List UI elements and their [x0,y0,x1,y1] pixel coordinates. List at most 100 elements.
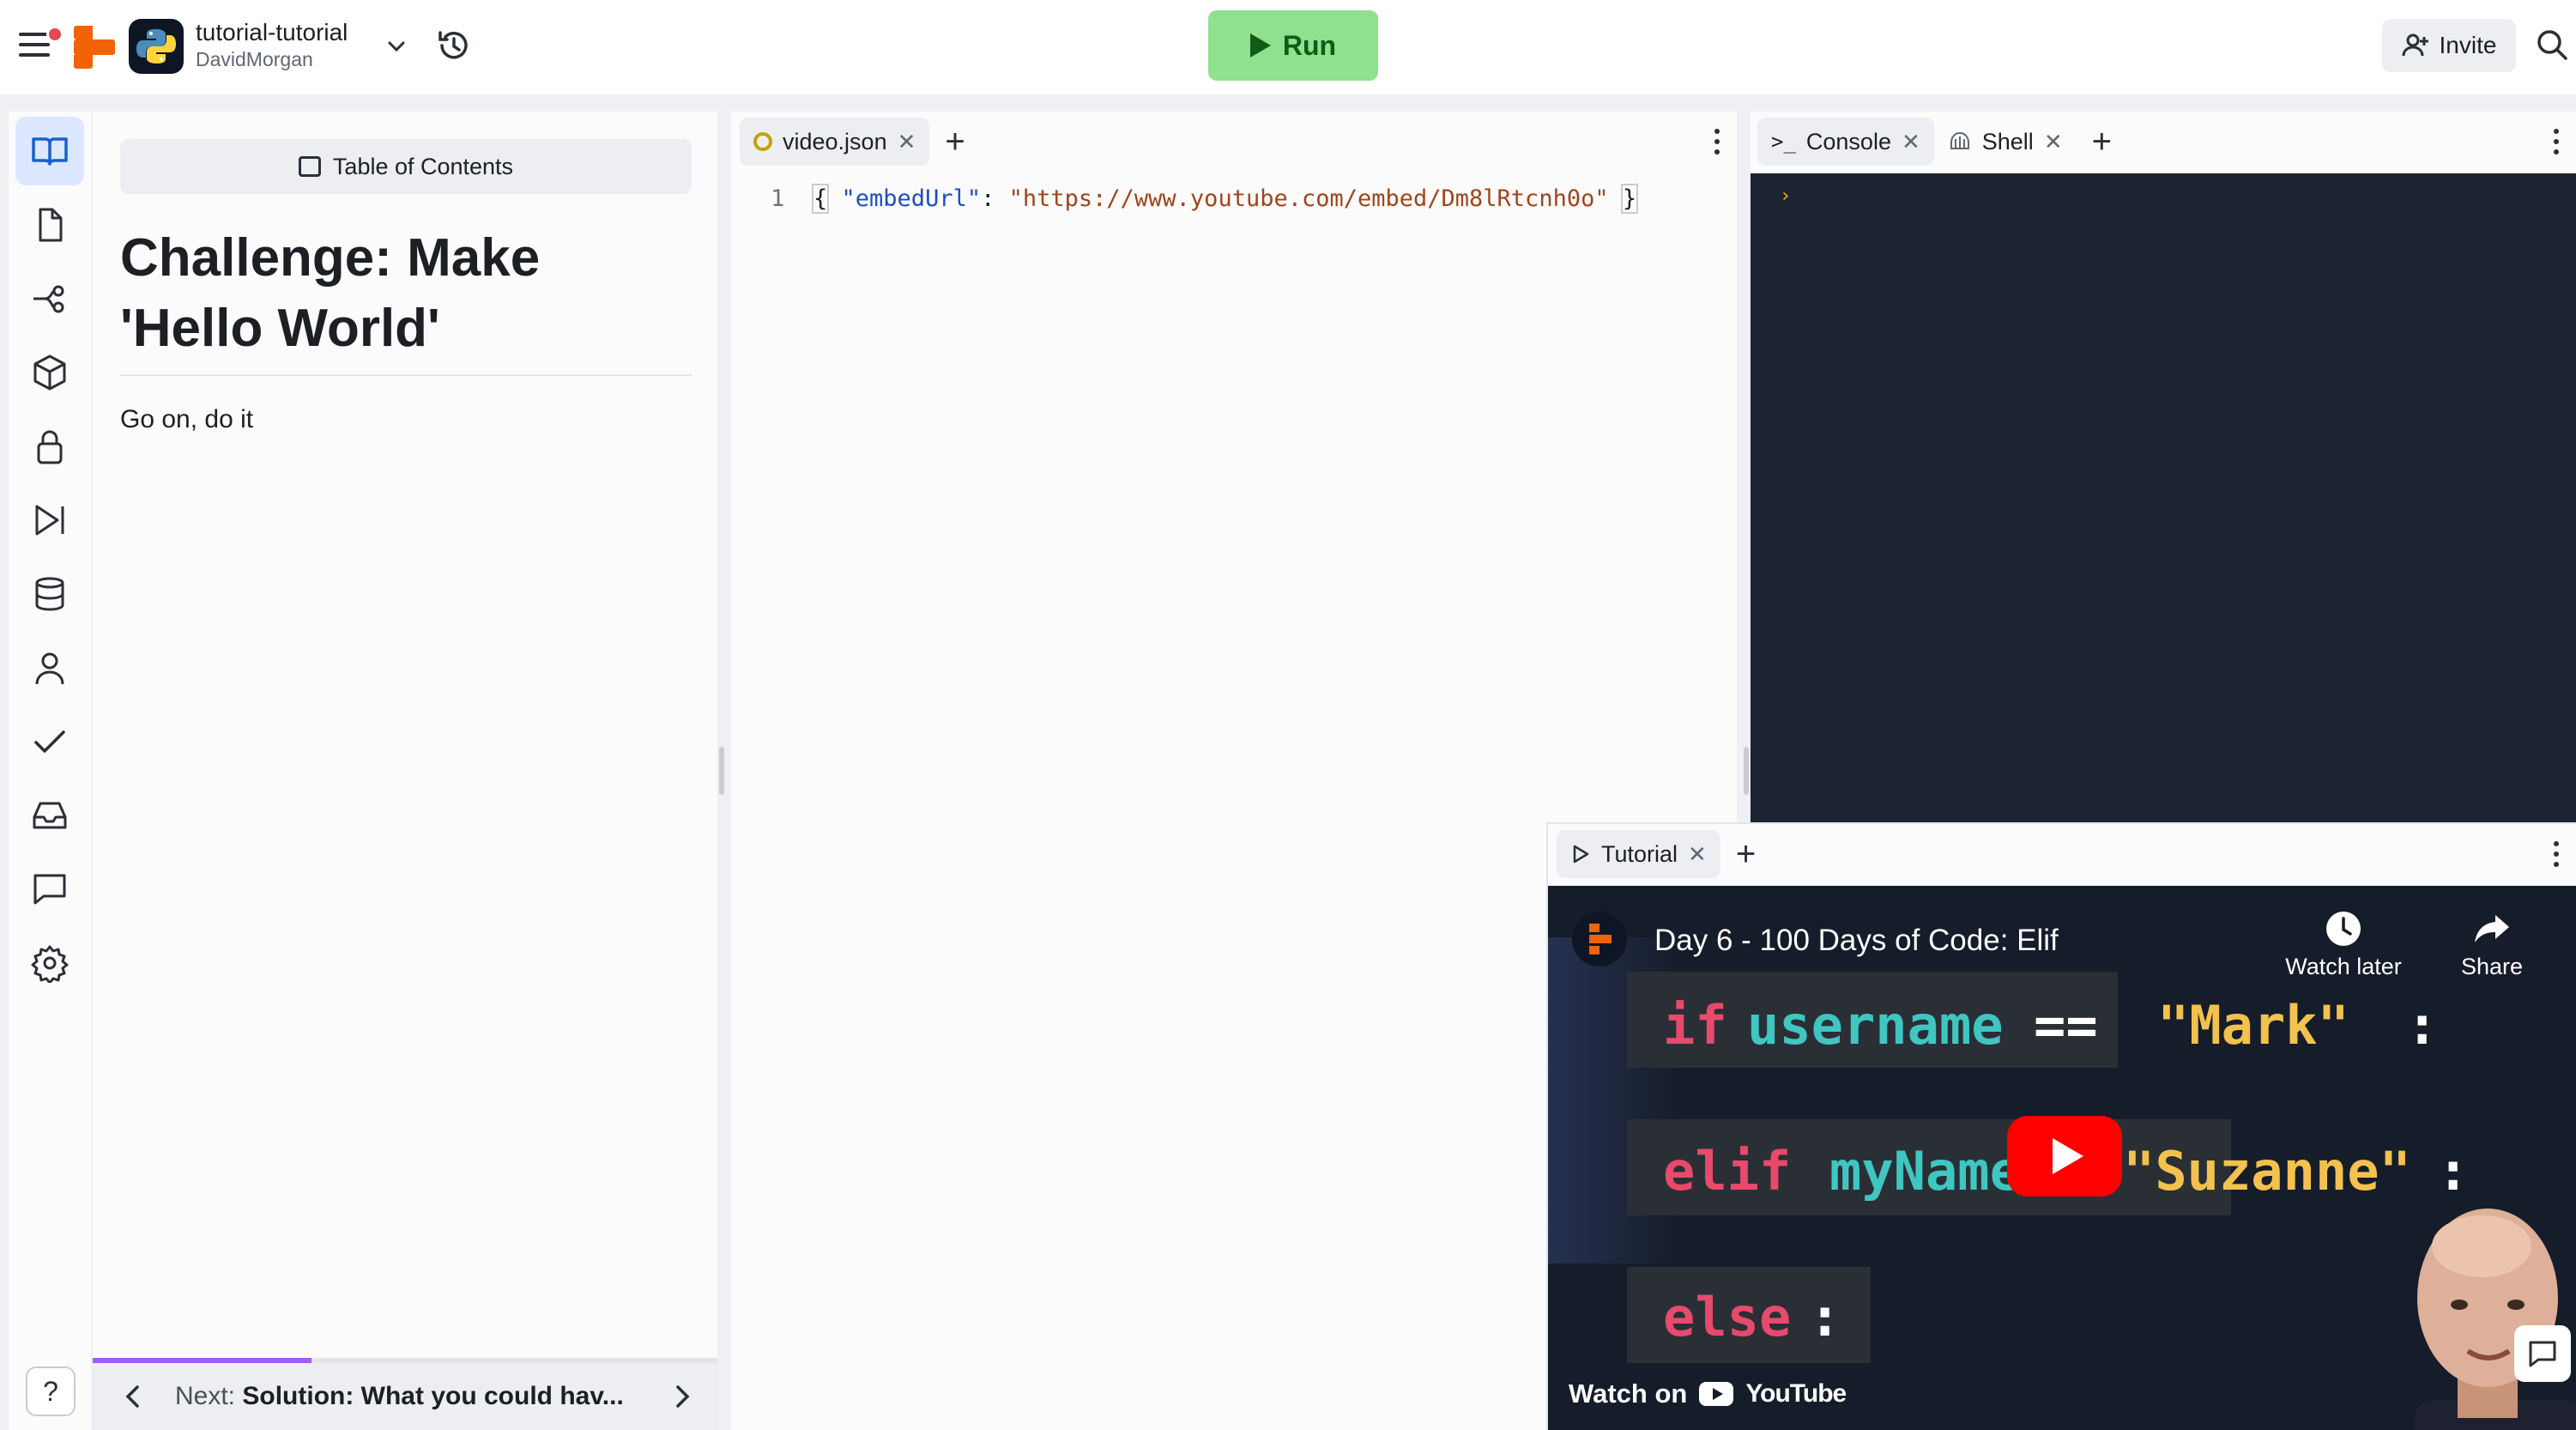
watch-on-label: Watch on [1569,1378,1688,1409]
code-text[interactable]: { "embedUrl": "https://www.youtube.com/e… [811,180,1639,218]
rail-tutorial[interactable] [15,117,84,185]
tab-console[interactable]: >_ Console ✕ [1757,118,1934,166]
json-colon: : [981,185,1009,212]
git-branch-icon [33,285,64,313]
youtube-wordmark: YouTube [1745,1379,1847,1408]
json-key: "embedUrl" [841,185,982,212]
next-step-label[interactable]: Next: Solution: What you could hav... [175,1382,624,1411]
channel-avatar[interactable] [1572,912,1627,966]
tutorial-title: Challenge: Make 'Hello World' [120,228,541,358]
help-button[interactable]: ? [26,1366,76,1416]
console-output[interactable]: › [1751,173,2576,824]
more-options-icon[interactable] [2554,129,2561,155]
watch-later-button[interactable]: Watch later [2279,910,2408,980]
divider [120,374,692,376]
rail-packages[interactable] [15,338,84,407]
invite-button[interactable]: Invite [2382,19,2516,72]
youtube-play-button[interactable] [2007,1116,2122,1197]
python-icon[interactable] [129,19,184,74]
next-step-bar[interactable]: Next: Solution: What you could hav... [93,1363,717,1430]
check-icon [34,730,65,753]
database-icon [35,577,64,611]
tutorial-video-pane: Tutorial ✕ + if username == "Mark" : eli… [1548,824,2576,1430]
more-options-icon[interactable] [2554,841,2561,867]
rail-debugger[interactable] [15,486,84,554]
code-line[interactable]: 1 { "embedUrl": "https://www.youtube.com… [731,180,1737,218]
rail-tests[interactable] [15,707,84,776]
close-icon[interactable]: ✕ [898,129,916,155]
tab-tutorial[interactable]: Tutorial ✕ [1557,830,1720,878]
play-outline-icon [1573,845,1589,863]
youtube-logo-icon [1699,1382,1734,1406]
inbox-icon [33,802,67,829]
tab-label: Shell [1981,128,2034,155]
brace-open: { [811,184,830,214]
video-code-token: username [1747,994,2004,1057]
share-button[interactable]: Share [2440,910,2543,980]
package-icon [33,354,66,391]
video-code-token: elif [1663,1140,1792,1203]
chevron-right-icon[interactable] [668,1382,697,1411]
json-value: "https://www.youtube.com/embed/Dm8lRtcnh… [1008,185,1609,212]
tab-label: video.json [783,128,887,155]
lock-icon [37,430,63,464]
rail-threads[interactable] [15,855,84,924]
close-icon[interactable]: ✕ [2044,129,2063,155]
share-icon [2475,915,2509,942]
watch-on-youtube-link[interactable]: Watch on YouTube [1569,1378,1847,1409]
video-code-token: == [2034,994,2098,1057]
repl-owner: DavidMorgan [196,48,313,70]
console-pane: >_ Console ✕ Shell ✕ + › [1751,112,2576,824]
pane-resize-handle[interactable] [719,747,724,795]
table-of-contents-button[interactable]: Table of Contents [120,139,692,194]
run-button[interactable]: Run [1208,10,1378,81]
next-step-title: Solution: What you could hav... [242,1382,624,1410]
tab-label: Console [1805,128,1891,155]
line-number: 1 [771,185,785,212]
rail-settings[interactable] [15,929,84,997]
editor-tabbar: video.json ✕ + [740,112,965,172]
video-code-token: "Mark" [2157,994,2349,1057]
chat-bubble-icon[interactable] [2514,1325,2571,1382]
console-tabbar: >_ Console ✕ Shell ✕ + [1757,112,2112,172]
repl-name[interactable]: tutorial-tutorial [196,19,348,46]
book-icon [32,137,68,166]
clock-icon [2326,912,2361,946]
share-label: Share [2460,954,2524,979]
rail-database[interactable] [15,560,84,628]
search-icon[interactable] [2535,27,2569,62]
close-icon[interactable]: ✕ [1688,841,1707,868]
youtube-embed[interactable]: if username == "Mark" : elif myName "Suz… [1548,886,2576,1430]
rail-git[interactable] [15,264,84,333]
chevron-down-icon[interactable] [384,34,408,58]
more-options-icon[interactable] [1714,129,1721,155]
tab-label: Tutorial [1601,840,1678,867]
add-tab-icon[interactable]: + [1736,837,1756,871]
pane-resize-handle[interactable] [1744,747,1749,795]
video-title[interactable]: Day 6 - 100 Days of Code: Elif [1654,924,2059,958]
rail-secrets[interactable] [15,412,84,481]
video-code-token: : [1809,1286,1841,1348]
tab-shell[interactable]: Shell ✕ [1934,118,2077,166]
chevron-left-icon[interactable] [118,1382,148,1411]
history-icon[interactable] [434,26,474,65]
chat-icon [33,874,66,905]
toc-label: Table of Contents [332,153,514,179]
close-icon[interactable]: ✕ [1902,129,1920,155]
replit-logo-icon[interactable] [74,26,115,70]
rail-files[interactable] [15,191,84,259]
gear-icon [31,945,69,983]
video-tabbar: Tutorial ✕ + [1557,824,1756,884]
add-tab-icon[interactable]: + [2092,124,2112,159]
presenter-image [2398,1195,2576,1430]
tab-video-json[interactable]: video.json ✕ [740,118,930,166]
rail-inbox[interactable] [15,781,84,850]
add-tab-icon[interactable]: + [945,124,964,159]
rail-auth[interactable] [15,633,84,702]
video-code-token: if [1663,994,1727,1057]
video-code-token: : [2437,1140,2470,1203]
brace-close: } [1620,184,1639,214]
step-forward-icon [35,505,64,536]
terminal-icon: >_ [1771,130,1796,154]
add-user-icon [2402,33,2428,57]
